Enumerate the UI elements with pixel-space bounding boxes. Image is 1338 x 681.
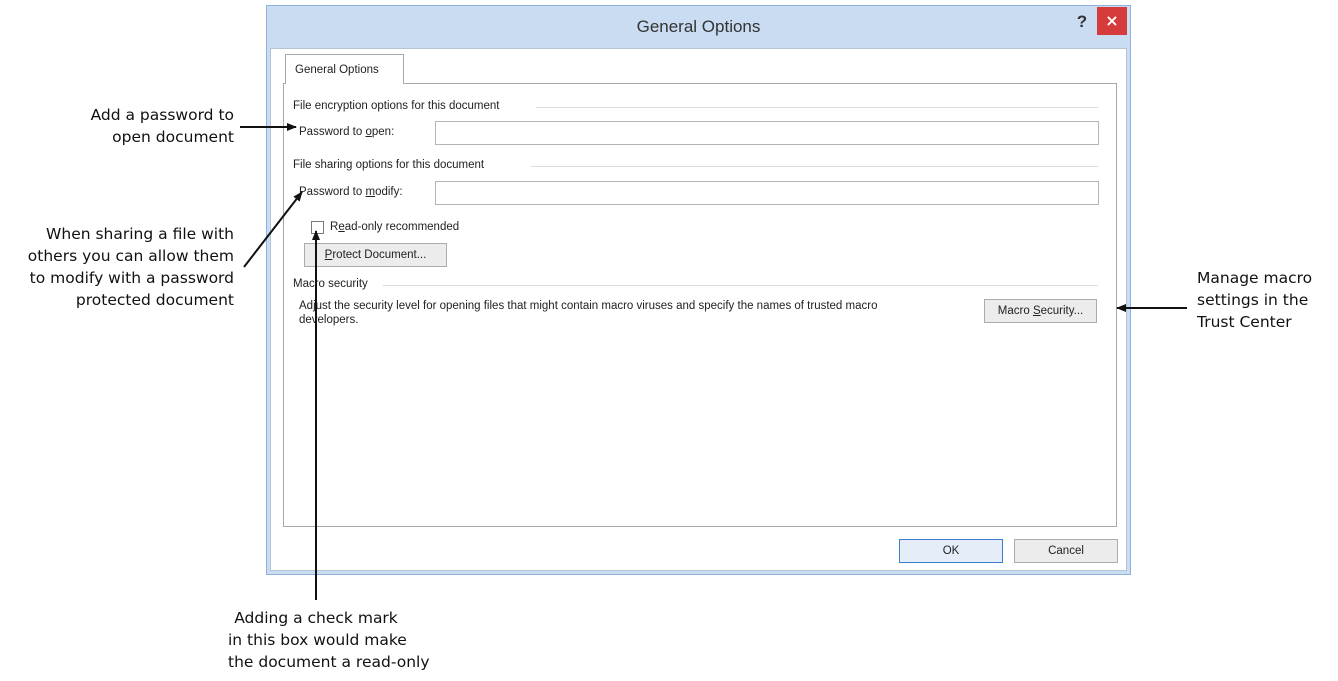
- tab-general-options[interactable]: General Options: [285, 54, 404, 84]
- callout-line: in this box would make: [228, 631, 407, 649]
- ok-button[interactable]: OK: [899, 539, 1003, 563]
- cancel-button[interactable]: Cancel: [1014, 539, 1118, 563]
- macro-security-button[interactable]: Macro Security...: [984, 299, 1097, 323]
- callout-line: Trust Center: [1197, 313, 1292, 331]
- section-divider: [536, 107, 1098, 108]
- section-divider: [531, 166, 1098, 167]
- general-options-dialog: General Options ? × General Options File…: [266, 5, 1131, 575]
- callout-line: others you can allow them: [27, 247, 234, 265]
- readonly-label: Read-only recommended: [330, 221, 459, 233]
- protect-document-button[interactable]: Protect Document...: [304, 243, 447, 267]
- encryption-section-heading: File encryption options for this documen…: [293, 100, 500, 112]
- callout-macro: Manage macro settings in the Trust Cente…: [1197, 267, 1312, 333]
- callout-line: to modify with a password: [29, 269, 234, 287]
- label-text: odify:: [375, 186, 403, 198]
- macro-description-line1: Adjust the security level for opening fi…: [299, 300, 878, 312]
- sharing-section-heading: File sharing options for this document: [293, 159, 485, 171]
- callout-line: When sharing a file with: [46, 225, 234, 243]
- callout-line: Manage macro: [1197, 269, 1313, 287]
- callout-line: Add a password to: [90, 106, 234, 124]
- button-accelerator: S: [1032, 305, 1041, 317]
- callout-password-open: Add a password to open document: [91, 104, 234, 148]
- button-text: ecurity...: [1040, 305, 1084, 317]
- callout-line: open document: [112, 128, 234, 146]
- password-open-label: Password to open:: [299, 126, 394, 138]
- label-text: ad-only recommended: [344, 221, 460, 233]
- callout-line: Adding a check mark: [234, 609, 398, 627]
- section-divider: [383, 285, 1098, 286]
- label-text: Password to: [299, 186, 366, 198]
- callout-line: the document a read-only: [228, 653, 430, 671]
- label-accelerator: m: [365, 186, 376, 198]
- password-modify-input[interactable]: [435, 181, 1099, 205]
- macro-description-line2: developers.: [299, 314, 359, 326]
- dialog-client: General Options File encryption options …: [270, 48, 1127, 571]
- dialog-title: General Options: [636, 17, 761, 36]
- readonly-checkbox[interactable]: [311, 221, 324, 234]
- label-text: pen:: [371, 126, 395, 138]
- tab-panel: File encryption options for this documen…: [283, 83, 1117, 527]
- callout-line: settings in the: [1197, 291, 1309, 309]
- password-modify-label: Password to modify:: [299, 186, 403, 198]
- title-bar: General Options ? ×: [267, 6, 1130, 48]
- macro-section-heading: Macro security: [293, 278, 368, 290]
- callout-readonly: Adding a check mark in this box would ma…: [228, 607, 430, 673]
- password-open-input[interactable]: [435, 121, 1099, 145]
- callout-sharing: When sharing a file with others you can …: [28, 223, 234, 311]
- help-button[interactable]: ?: [1073, 12, 1091, 32]
- close-button[interactable]: ×: [1097, 7, 1127, 35]
- button-text: Macro: [997, 305, 1033, 317]
- label-text: Password to: [299, 126, 366, 138]
- button-text: rotect Document...: [332, 249, 427, 261]
- callout-line: protected document: [75, 291, 234, 309]
